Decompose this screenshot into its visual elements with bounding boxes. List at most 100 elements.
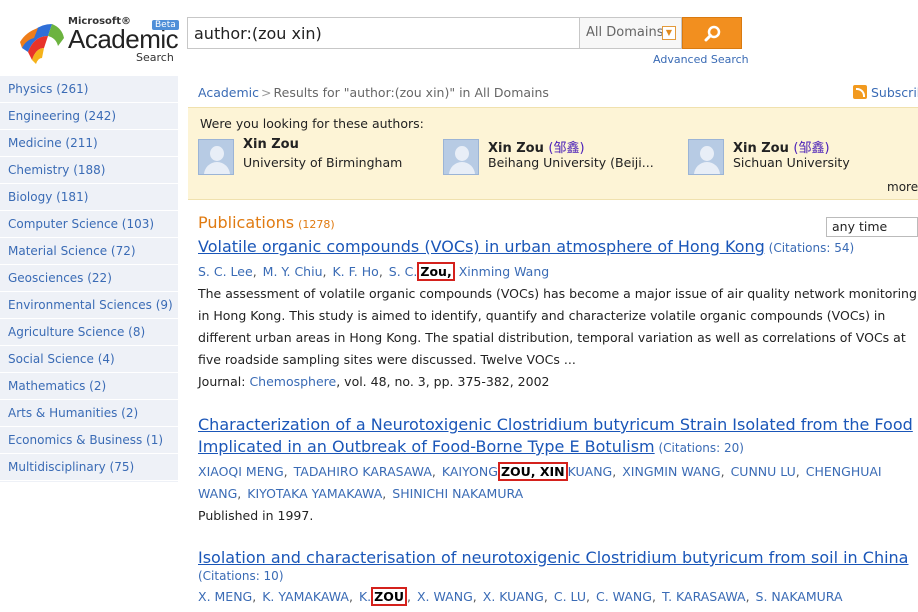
author-card[interactable]: Xin Zou University of Birmingham: [198, 137, 438, 179]
author-link[interactable]: X. MENG: [198, 589, 252, 604]
author-link[interactable]: WANG: [198, 486, 237, 501]
author-link[interactable]: M. Y. Chiu: [263, 264, 323, 279]
breadcrumb: Academic > Results for "author:(zou xin)" …: [198, 85, 549, 100]
author-link[interactable]: X. WANG: [417, 589, 473, 604]
sidebar-item-physics[interactable]: Physics (261): [0, 76, 178, 103]
author-link[interactable]: K. YAMAKAWA: [262, 589, 349, 604]
author-link[interactable]: CUNNU LU: [731, 464, 796, 479]
search-input[interactable]: [188, 18, 579, 48]
breadcrumb-results-text: Results for "author:(zou xin)" in All Do…: [273, 85, 549, 100]
publication-abstract: The assessment of volatile organic compo…: [198, 286, 917, 367]
domain-select[interactable]: All Domains ▼: [580, 17, 682, 49]
author-name[interactable]: Xin Zou (邹鑫): [733, 137, 830, 156]
author-link[interactable]: KAIYONG: [442, 464, 498, 479]
sidebar-item-biology[interactable]: Biology (181): [0, 184, 178, 211]
publication-journal: Journal: Chemosphere, vol. 48, no. 3, pp…: [198, 374, 550, 389]
author-affiliation: University of Birmingham: [243, 155, 403, 170]
author-link[interactable]: C. WANG: [596, 589, 652, 604]
publication-date: Published in 1997.: [198, 508, 314, 523]
author-affiliation: Beihang University (Beiji...: [488, 155, 654, 170]
publication-authors: X. MENG, K. YAMAKAWA, K. ZOU, X. WANG, X. KUA…: [198, 587, 843, 606]
publication-item: Volatile organic compounds (VOCs) in urb…: [198, 236, 918, 393]
logo-search-text: Search: [136, 51, 174, 64]
author-link[interactable]: XINGMIN WANG: [622, 464, 720, 479]
author-link[interactable]: K. F. Ho: [332, 264, 378, 279]
author-link[interactable]: X. KUANG: [483, 589, 544, 604]
author-chinese-name: (邹鑫): [548, 141, 585, 156]
sidebar-item-engineering[interactable]: Engineering (242): [0, 103, 178, 130]
author-chinese-name: (邹鑫): [793, 141, 830, 156]
publications-count: (1278): [298, 218, 335, 231]
publication-item: Characterization of a Neurotoxigenic Clo…: [198, 414, 918, 527]
search-button[interactable]: [682, 17, 742, 49]
author-link[interactable]: CHENGHUAI: [806, 464, 882, 479]
author-link[interactable]: KUANG: [568, 464, 613, 479]
author-link[interactable]: S. C.: [389, 264, 418, 279]
highlighted-author-match[interactable]: ZOU: [371, 587, 407, 606]
highlighted-author-match[interactable]: Zou,: [417, 262, 455, 281]
beta-badge: Beta: [152, 20, 179, 30]
sidebar-item-agriculture-science[interactable]: Agriculture Science (8): [0, 319, 178, 346]
author-link[interactable]: S. NAKAMURA: [756, 589, 843, 604]
sidebar-item-computer-science[interactable]: Computer Science (103): [0, 211, 178, 238]
publication-authors: XIAOQI MENG, TADAHIRO KARASAWA, KAIYONG ZOU…: [198, 462, 882, 481]
author-link[interactable]: K.: [359, 589, 371, 604]
citations-link[interactable]: (Citations: 54): [769, 241, 855, 255]
author-name[interactable]: Xin Zou (邹鑫): [488, 137, 585, 156]
author-link[interactable]: TADAHIRO KARASAWA: [294, 464, 432, 479]
sidebar-item-environmental-sciences[interactable]: Environmental Sciences (9): [0, 292, 178, 319]
author-link[interactable]: C. LU: [554, 589, 586, 604]
highlighted-author-match[interactable]: ZOU, XIN: [497, 462, 568, 481]
windows-flag-logo-icon: [20, 24, 64, 64]
sidebar-item-geosciences[interactable]: Geosciences (22): [0, 265, 178, 292]
advanced-search-link[interactable]: Advanced Search: [653, 53, 749, 66]
publications-title: Publications: [198, 213, 295, 232]
journal-link[interactable]: Chemosphere: [249, 374, 336, 389]
sidebar-item-arts-humanities[interactable]: Arts & Humanities (2): [0, 400, 178, 427]
publication-title-link[interactable]: Characterization of a Neurotoxigenic Clo…: [198, 415, 913, 434]
author-card[interactable]: Xin Zou (邹鑫) Beihang University (Beiji..…: [443, 139, 683, 179]
sidebar-item-multidisciplinary[interactable]: Multidisciplinary (75): [0, 454, 178, 481]
subscribe-label: Subscrib: [871, 85, 918, 100]
author-suggestions-box: Were you looking for these authors: Xin …: [188, 107, 918, 200]
author-avatar-icon: [443, 139, 479, 175]
citations-link[interactable]: (Citations: 20): [658, 441, 744, 455]
domain-select-value: All Domains: [586, 25, 664, 40]
author-link[interactable]: SHINICHI NAKAMURA: [392, 486, 523, 501]
sidebar-item-economics-business[interactable]: Economics & Business (1): [0, 427, 178, 454]
author-link[interactable]: Xinming Wang: [459, 264, 550, 279]
author-link[interactable]: XIAOQI MENG: [198, 464, 284, 479]
breadcrumb-separator: >: [261, 85, 272, 100]
sidebar-item-material-science[interactable]: Material Science (72): [0, 238, 178, 265]
publication-title-link[interactable]: Isolation and characterisation of neurot…: [198, 548, 908, 567]
magnifier-icon: [704, 25, 721, 42]
publication-title-link[interactable]: Volatile organic compounds (VOCs) in urb…: [198, 237, 765, 256]
rss-icon: [853, 85, 867, 99]
subscribe-link[interactable]: Subscrib: [853, 85, 918, 100]
author-avatar-icon: [688, 139, 724, 175]
author-link[interactable]: T. KARASAWA: [662, 589, 746, 604]
sidebar-item-chemistry[interactable]: Chemistry (188): [0, 157, 178, 184]
sidebar-item-mathematics[interactable]: Mathematics (2): [0, 373, 178, 400]
publication-authors-continued: WANG, KIYOTAKA YAMAKAWA, SHINICHI NAKAMURA: [198, 486, 524, 501]
time-filter-select[interactable]: any time: [826, 217, 918, 237]
author-card[interactable]: Xin Zou (邹鑫) Sichuan University: [688, 139, 918, 179]
academic-search-logo[interactable]: Microsoft® Academic Beta Search: [18, 12, 179, 68]
breadcrumb-academic-link[interactable]: Academic: [198, 85, 259, 100]
domain-sidebar: Physics (261) Engineering (242) Medicine…: [0, 76, 178, 482]
author-affiliation: Sichuan University: [733, 155, 850, 170]
citations-link[interactable]: (Citations: 10): [198, 569, 284, 583]
sidebar-item-medicine[interactable]: Medicine (211): [0, 130, 178, 157]
author-link[interactable]: S. C. Lee: [198, 264, 253, 279]
publication-title-link[interactable]: Implicated in an Outbreak of Food-Borne …: [198, 437, 655, 456]
publication-item: Isolation and characterisation of neurot…: [198, 547, 918, 608]
sidebar-item-social-science[interactable]: Social Science (4): [0, 346, 178, 373]
search-box: [187, 17, 580, 49]
publication-authors: S. C. Lee, M. Y. Chiu, K. F. Ho, S. C. Zou, …: [198, 262, 550, 281]
author-suggestions-prompt: Were you looking for these authors:: [200, 116, 424, 131]
publications-heading: Publications (1278): [198, 213, 335, 232]
author-name[interactable]: Xin Zou: [243, 137, 299, 152]
more-authors-link[interactable]: more: [887, 180, 918, 194]
author-link[interactable]: KIYOTAKA YAMAKAWA: [247, 486, 382, 501]
dropdown-arrow-icon: ▼: [662, 26, 676, 40]
